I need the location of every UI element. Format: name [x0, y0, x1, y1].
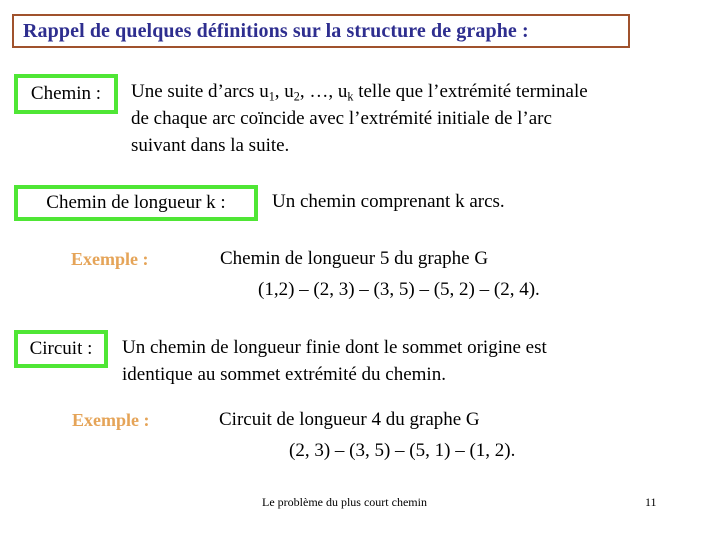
term-box-chemin-longueur-k: Chemin de longueur k : [14, 185, 258, 221]
definition-chemin-seg2: , u [274, 81, 294, 102]
slide-canvas: Rappel de quelques définitions sur la st… [0, 0, 720, 540]
page-title: Rappel de quelques définitions sur la st… [23, 19, 529, 42]
definition-chemin-seg3: , …, u [299, 81, 348, 102]
example-label-1: Exemple : [71, 249, 149, 269]
term-box-circuit: Circuit : [14, 330, 108, 368]
definition-chemin-line2: de chaque arc coïncide avec l’extrémité … [131, 108, 552, 129]
slide-title-box: Rappel de quelques définitions sur la st… [12, 14, 630, 48]
definition-chemin-seg4: telle que l’extrémité terminale [353, 81, 588, 102]
definition-chemin-line3: suivant dans la suite. [131, 135, 290, 156]
example-2-line1: Circuit de longueur 4 du graphe G [219, 409, 480, 430]
definition-circuit-line1: Un chemin de longueur finie dont le somm… [122, 337, 547, 358]
example-1-line2: (1,2) – (2, 3) – (3, 5) – (5, 2) – (2, 4… [258, 279, 540, 300]
example-2-line2: (2, 3) – (3, 5) – (5, 1) – (1, 2). [289, 440, 516, 461]
definition-text-chemin-longueur-k: Un chemin comprenant k arcs. [272, 191, 505, 212]
term-label-chemin: Chemin : [30, 83, 102, 104]
term-label-circuit: Circuit : [29, 338, 93, 359]
term-box-chemin: Chemin : [14, 74, 118, 114]
footer-title: Le problème du plus court chemin [262, 495, 427, 509]
footer-page-number: 11 [645, 495, 657, 509]
definition-text-circuit: Un chemin de longueur finie dont le somm… [122, 334, 712, 388]
definition-circuit-line2: identique au sommet extrémité du chemin. [122, 364, 446, 385]
term-label-chemin-longueur-k: Chemin de longueur k : [46, 192, 226, 213]
definition-chemin-line1: Une suite d’arcs u1, u2, …, uk telle que… [131, 81, 588, 102]
definition-chemin-seg1: Une suite d’arcs u [131, 81, 269, 102]
definition-text-chemin: Une suite d’arcs u1, u2, …, uk telle que… [131, 78, 716, 159]
example-1-line1: Chemin de longueur 5 du graphe G [220, 248, 489, 269]
example-label-2: Exemple : [72, 410, 150, 430]
